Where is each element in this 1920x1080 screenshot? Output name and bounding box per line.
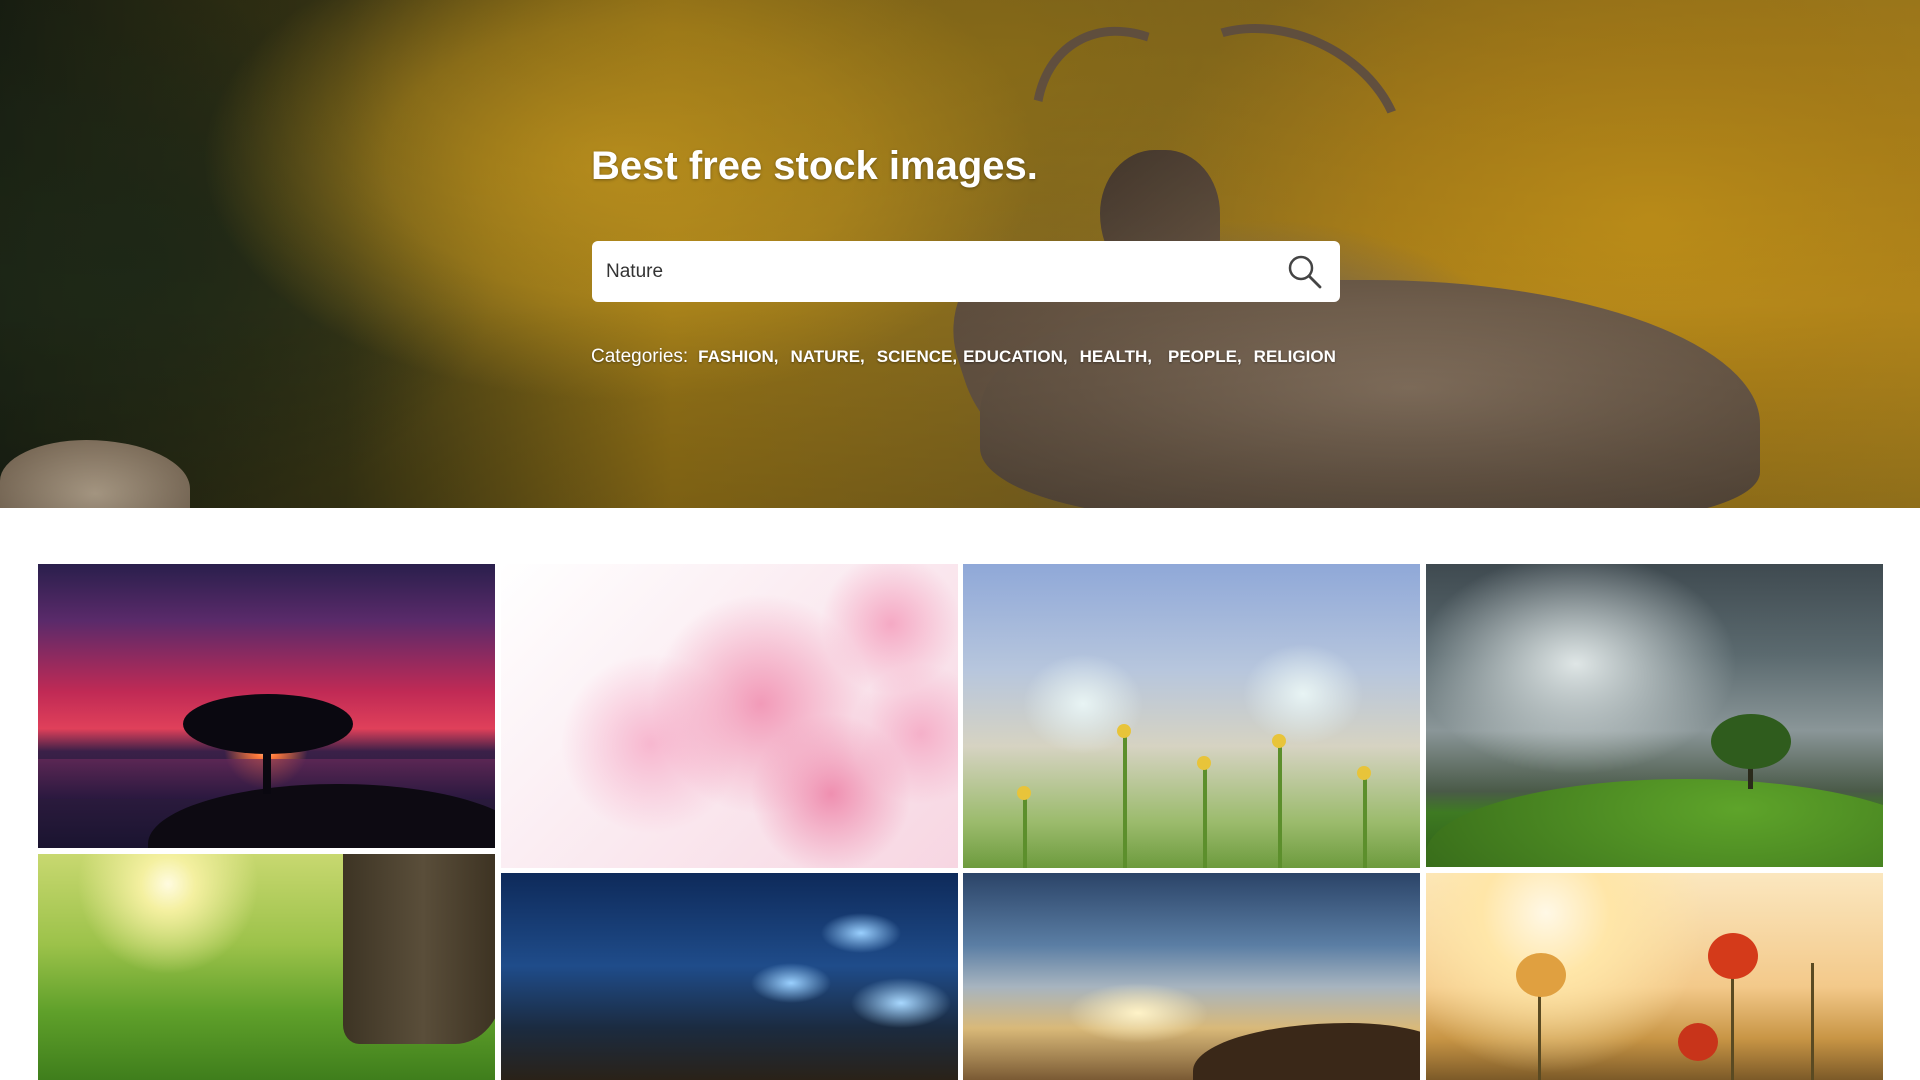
categories-label: Categories:: [591, 346, 689, 367]
search-bar: [592, 241, 1340, 302]
gallery-image-sky-sunrise[interactable]: [963, 873, 1420, 1080]
image-flower: [1197, 756, 1211, 770]
search-input[interactable]: [606, 241, 1266, 302]
hero-title: Best free stock images.: [591, 144, 1038, 188]
category-people[interactable]: PEOPLE,: [1168, 347, 1242, 367]
image-poppy: [1516, 953, 1566, 997]
image-flower: [1017, 786, 1031, 800]
gallery-image-butterflies[interactable]: [963, 564, 1420, 868]
gallery-image-storm-tree[interactable]: [1426, 564, 1883, 867]
image-flower: [1272, 734, 1286, 748]
category-fashion[interactable]: FASHION,: [698, 347, 778, 367]
gallery-image-poppies[interactable]: [1426, 873, 1883, 1080]
category-health[interactable]: HEALTH,: [1080, 347, 1152, 367]
image-stem: [1278, 744, 1282, 868]
image-flower: [1357, 766, 1371, 780]
categories-bar: Categories: FASHION, NATURE, SCIENCE, ED…: [591, 346, 1348, 368]
image-trunk: [343, 854, 495, 1044]
image-poppy: [1708, 933, 1758, 979]
gallery-image-blue-butterflies[interactable]: [501, 873, 958, 1080]
image-stem: [1731, 973, 1734, 1080]
image-trunk: [263, 744, 271, 794]
image-stem: [1363, 774, 1367, 868]
category-education[interactable]: EDUCATION,: [963, 347, 1068, 367]
search-button[interactable]: [1286, 253, 1324, 291]
image-hill: [1426, 779, 1883, 867]
image-tree: [1711, 714, 1791, 769]
hero-banner: Best free stock images. Categories: FASH…: [0, 0, 1920, 508]
image-stem: [1538, 983, 1541, 1080]
image-mountain: [1193, 1023, 1420, 1080]
image-stem: [1123, 734, 1127, 868]
gallery-image-sunset-tree[interactable]: [38, 564, 495, 848]
image-stem: [1023, 794, 1027, 868]
image-poppy: [1678, 1023, 1718, 1061]
category-science[interactable]: SCIENCE,: [877, 347, 957, 367]
search-icon: [1288, 255, 1322, 289]
gallery-image-sunlit-meadow[interactable]: [38, 854, 495, 1080]
image-stem: [1811, 963, 1814, 1080]
category-nature[interactable]: NATURE,: [790, 347, 864, 367]
gallery-image-cherry-blossoms[interactable]: [501, 564, 958, 868]
category-religion[interactable]: RELIGION: [1254, 347, 1336, 367]
image-flower: [1117, 724, 1131, 738]
image-stem: [1203, 764, 1207, 868]
